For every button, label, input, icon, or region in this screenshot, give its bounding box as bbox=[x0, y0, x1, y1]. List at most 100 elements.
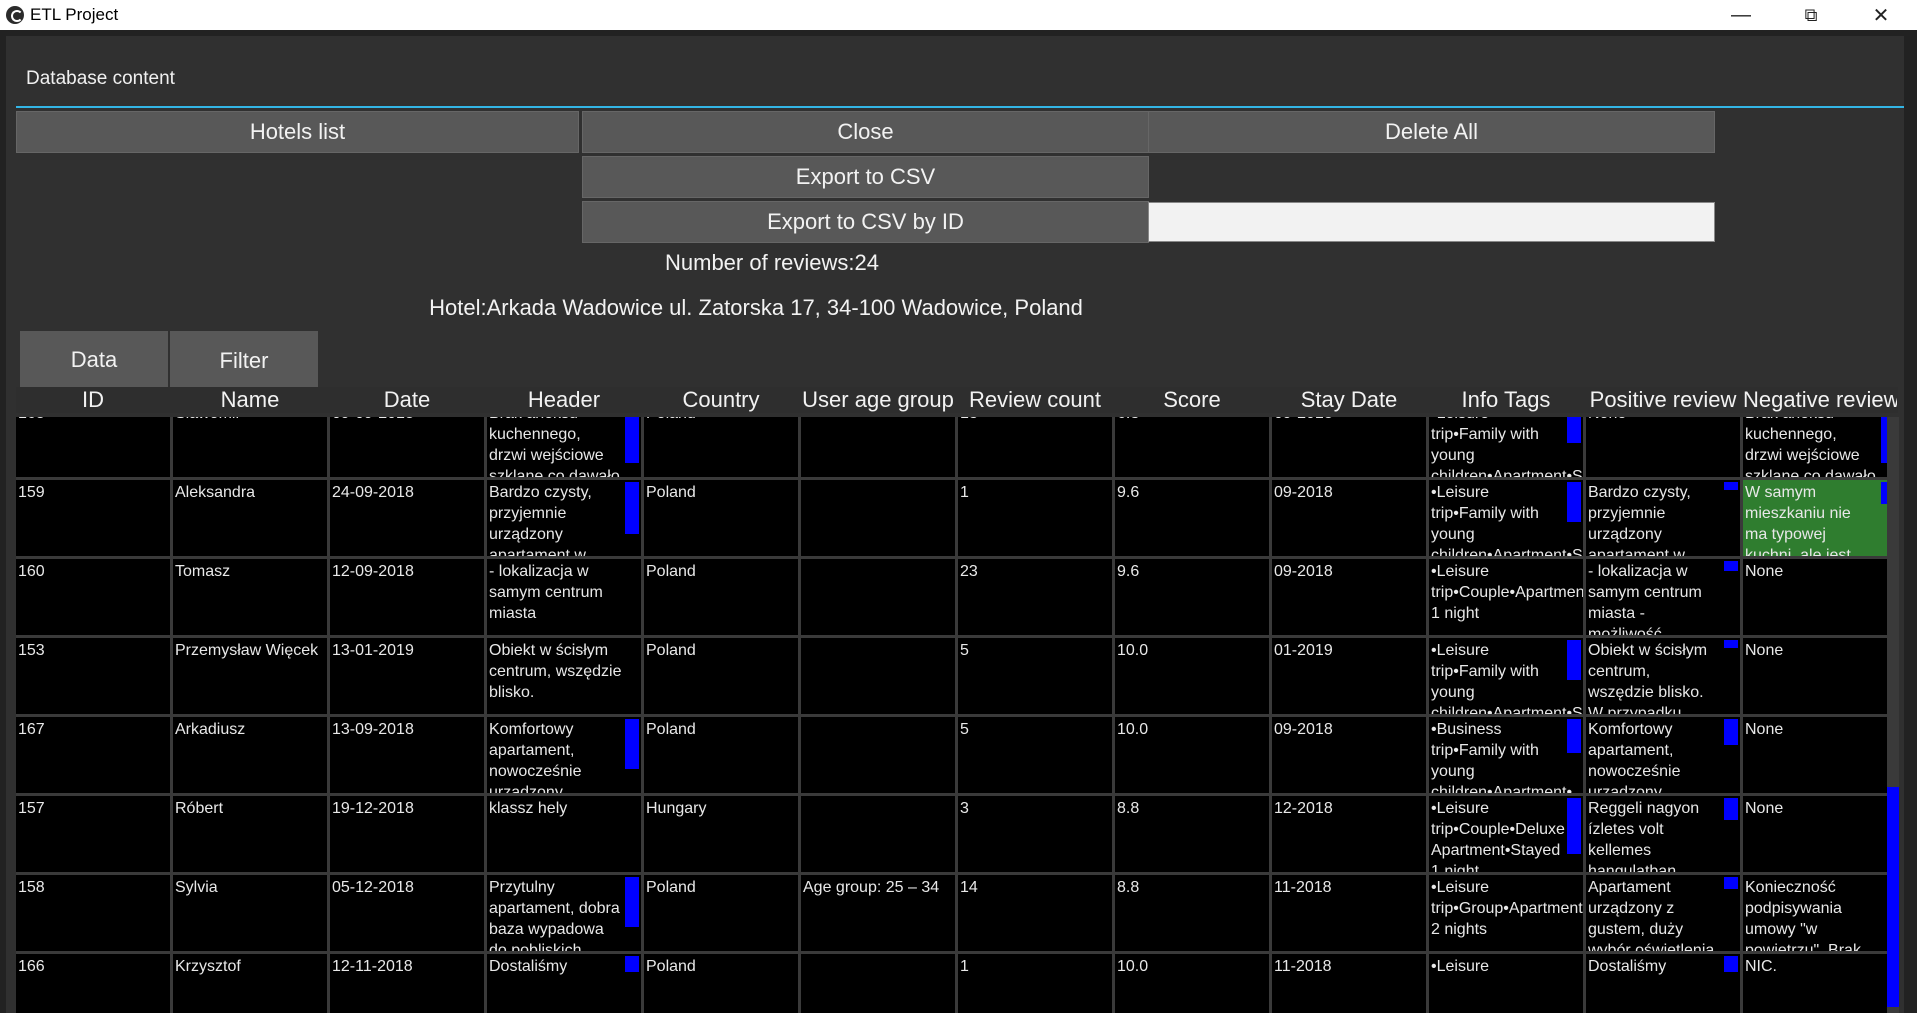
cell-stay-date: 12-2018 bbox=[1272, 796, 1426, 872]
scroll-indicator bbox=[1567, 640, 1581, 680]
cell-name: Krzysztof bbox=[173, 954, 327, 1013]
cell-negative-review: None bbox=[1743, 796, 1897, 872]
table-row[interactable]: 159 Aleksandra 24-09-2018 Bardzo czysty,… bbox=[16, 480, 1898, 556]
cell-negative-review-selected[interactable]: W samym mieszkaniu nie ma typowej kuchni… bbox=[1743, 480, 1897, 556]
table-row[interactable]: 158 Sylvia 05-12-2018 Przytulny apartame… bbox=[16, 875, 1898, 951]
cell-review-count: 14 bbox=[958, 875, 1112, 951]
cell-score: 10.0 bbox=[1115, 954, 1269, 1013]
cell-age-group bbox=[801, 796, 955, 872]
cell-review-count: 3 bbox=[958, 796, 1112, 872]
cell-score: 9.6 bbox=[1115, 480, 1269, 556]
column-header-info-tags[interactable]: Info Tags bbox=[1429, 387, 1583, 413]
cell-id: 158 bbox=[16, 875, 170, 951]
column-header-date[interactable]: Date bbox=[330, 387, 484, 413]
table-row[interactable]: 157 Róbert 19-12-2018 klassz hely Hungar… bbox=[16, 796, 1898, 872]
scroll-indicator bbox=[625, 956, 639, 972]
restore-button[interactable]: ⧉ bbox=[1781, 0, 1841, 30]
cell-info-tags: •Leisure trip•Family with young children… bbox=[1429, 417, 1583, 477]
close-window-button[interactable]: ✕ bbox=[1851, 0, 1911, 30]
cell-country: Poland bbox=[644, 954, 798, 1013]
column-header-stay-date[interactable]: Stay Date bbox=[1272, 387, 1426, 413]
cell-country: Poland bbox=[644, 559, 798, 635]
scroll-indicator bbox=[1724, 719, 1738, 745]
cell-text: Bardzo czysty, przyjemnie urządzony apar… bbox=[1588, 484, 1691, 556]
close-button[interactable]: Close bbox=[582, 111, 1149, 153]
cell-review-count: 23 bbox=[958, 559, 1112, 635]
cell-text: Dostaliśmy bbox=[1588, 958, 1667, 975]
cell-age-group bbox=[801, 954, 955, 1013]
scroll-indicator bbox=[1724, 640, 1738, 648]
export-csv-by-id-button[interactable]: Export to CSV by ID bbox=[582, 201, 1149, 243]
table-row[interactable]: 166 Krzysztof 12-11-2018 Dostaliśmy Pola… bbox=[16, 954, 1898, 1013]
cell-country: Poland bbox=[644, 638, 798, 714]
close-icon: ✕ bbox=[1872, 4, 1890, 27]
cell-text: Dostaliśmy bbox=[489, 958, 568, 975]
cell-review-count: 5 bbox=[958, 717, 1112, 793]
scroll-indicator bbox=[625, 877, 639, 927]
tab-data[interactable]: Data bbox=[20, 331, 168, 391]
cell-stay-date: 11-2018 bbox=[1272, 875, 1426, 951]
column-header-header[interactable]: Header bbox=[487, 387, 641, 413]
scroll-indicator bbox=[1724, 482, 1738, 490]
column-header-negative-review[interactable]: Negative review bbox=[1743, 387, 1897, 413]
cell-positive-review: None bbox=[1586, 417, 1740, 477]
cell-positive-review: Dostaliśmy bbox=[1586, 954, 1740, 1013]
cell-positive-review: - lokalizacja w samym centrum miasta - m… bbox=[1586, 559, 1740, 635]
restore-icon: ⧉ bbox=[1804, 4, 1818, 25]
cell-header: - lokalizacja w samym centrum miasta bbox=[487, 559, 641, 635]
delete-all-button[interactable]: Delete All bbox=[1148, 111, 1715, 153]
cell-info-tags: •Leisure trip•Couple•Deluxe Apartment•St… bbox=[1429, 796, 1583, 872]
cell-date: 13-09-2018 bbox=[330, 717, 484, 793]
export-csv-button[interactable]: Export to CSV bbox=[582, 156, 1149, 198]
cell-text: Bardzo czysty, przyjemnie urządzony apar… bbox=[489, 484, 592, 556]
cell-name: Arkadiusz bbox=[173, 717, 327, 793]
table-scrollbar[interactable] bbox=[1887, 417, 1899, 1013]
number-of-reviews-label: Number of reviews:24 bbox=[665, 250, 879, 275]
cell-country: Poland bbox=[644, 875, 798, 951]
tab-filter[interactable]: Filter bbox=[170, 331, 318, 391]
column-header-review-count[interactable]: Review count bbox=[958, 387, 1112, 413]
cell-date: 09-09-2018 bbox=[330, 417, 484, 477]
export-id-input[interactable] bbox=[1148, 202, 1715, 242]
column-header-name[interactable]: Name bbox=[173, 387, 327, 413]
minimize-button[interactable]: — bbox=[1711, 0, 1771, 30]
cell-country: Poland bbox=[644, 417, 798, 477]
window-title: ETL Project bbox=[30, 5, 119, 24]
cell-negative-review: Brak aneksu kuchennego, drzwi wejściowe … bbox=[1743, 417, 1897, 477]
column-header-country[interactable]: Country bbox=[644, 387, 798, 413]
column-header-age-group[interactable]: User age group bbox=[801, 387, 955, 413]
cell-text: Komfortowy apartament, nowocześnie urząd… bbox=[489, 721, 582, 793]
cell-positive-review: Apartament urządzony z gustem, duży wybó… bbox=[1586, 875, 1740, 951]
section-title: Database content bbox=[26, 68, 175, 89]
app-body: Database content Hotels list Close Delet… bbox=[0, 30, 1917, 1013]
cell-age-group bbox=[801, 480, 955, 556]
cell-text: W samym mieszkaniu nie ma typowej kuchni… bbox=[1745, 484, 1851, 556]
cell-age-group bbox=[801, 559, 955, 635]
cell-text: Apartament urządzony z gustem, duży wybó… bbox=[1588, 879, 1715, 951]
hotels-list-button[interactable]: Hotels list bbox=[16, 111, 579, 153]
cell-review-count: 13 bbox=[958, 417, 1112, 477]
table-row[interactable]: 153 Przemysław Więcek 13-01-2019 Obiekt … bbox=[16, 638, 1898, 714]
hotel-label: Hotel:Arkada Wadowice ul. Zatorska 17, 3… bbox=[429, 295, 1083, 320]
cell-negative-review: NIC. bbox=[1743, 954, 1897, 1013]
cell-stay-date: 09-2018 bbox=[1272, 559, 1426, 635]
cell-positive-review: Komfortowy apartament, nowocześnie urząd… bbox=[1586, 717, 1740, 793]
cell-text: Brak aneksu kuchennego, drzwi wejściowe … bbox=[489, 417, 620, 477]
column-header-positive-review[interactable]: Positive review bbox=[1586, 387, 1740, 413]
cell-text: •Business trip•Family with young childre… bbox=[1431, 721, 1573, 793]
table-scrollbar-thumb[interactable] bbox=[1887, 787, 1899, 1007]
table-row[interactable]: 168 Sławomir 09-09-2018 Brak aneksu kuch… bbox=[16, 417, 1898, 477]
column-header-score[interactable]: Score bbox=[1115, 387, 1269, 413]
column-header-id[interactable]: ID bbox=[16, 387, 170, 413]
cell-stay-date: 09-2018 bbox=[1272, 417, 1426, 477]
cell-negative-review: None bbox=[1743, 638, 1897, 714]
table-row[interactable]: 167 Arkadiusz 13-09-2018 Komfortowy apar… bbox=[16, 717, 1898, 793]
scroll-indicator bbox=[625, 719, 639, 769]
cell-stay-date: 09-2018 bbox=[1272, 717, 1426, 793]
scroll-indicator bbox=[625, 482, 639, 534]
table-row[interactable]: 160 Tomasz 12-09-2018 - lokalizacja w sa… bbox=[16, 559, 1898, 635]
cell-info-tags: •Leisure trip•Group•Apartment•Stayed 2 n… bbox=[1429, 875, 1583, 951]
cell-country: Poland bbox=[644, 717, 798, 793]
reviews-table[interactable]: 168 Sławomir 09-09-2018 Brak aneksu kuch… bbox=[16, 417, 1898, 1013]
cell-negative-review: None bbox=[1743, 559, 1897, 635]
